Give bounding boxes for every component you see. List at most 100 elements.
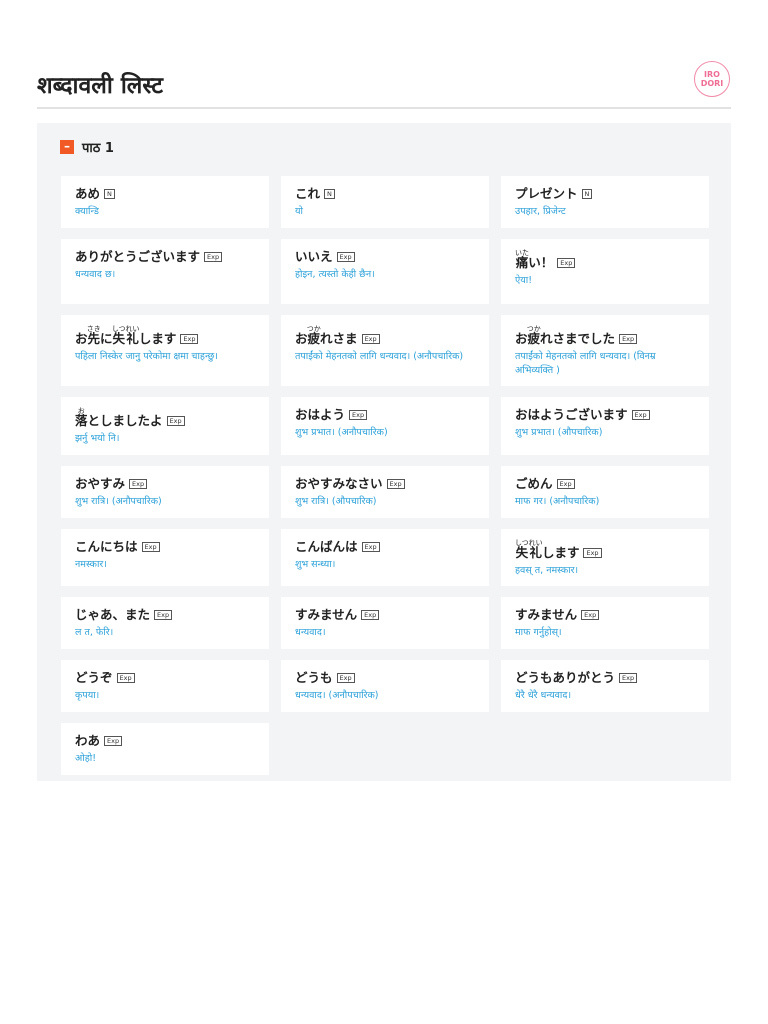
furigana: しつれい — [515, 539, 543, 547]
vocab-card[interactable]: こんにちは Exp नमस्कार। — [61, 529, 269, 586]
part-of-speech-badge: Exp — [583, 548, 602, 558]
part-of-speech-badge: Exp — [154, 610, 173, 620]
part-of-speech-badge: Exp — [141, 542, 160, 552]
vocab-meaning: धेरै धेरै धन्यवाद। — [515, 690, 572, 701]
vocab-meaning: झर्नु भयो नि। — [75, 433, 120, 444]
vocab-meaning: शुभ प्रभात। (औपचारिक) — [515, 427, 603, 438]
vocab-card[interactable]: お先さきに失礼しつれいします Exp पहिला निस्केर जानु परेक… — [61, 315, 269, 386]
vocab-meaning: तपाईंको मेहनतको लागि धन्यवाद। (विनम्र अभ… — [515, 351, 656, 376]
part-of-speech-badge: Exp — [556, 479, 575, 489]
vocab-word: どうぞ Exp — [75, 670, 255, 686]
word-text: わあ — [75, 733, 101, 748]
word-text: どうも — [295, 670, 333, 685]
word-text: 失礼しつれいします — [515, 539, 580, 560]
word-text: お疲つかれさまでした — [515, 325, 616, 346]
word-text: どうもありがとう — [515, 670, 616, 685]
part-of-speech-badge: Exp — [631, 410, 650, 420]
vocab-card[interactable]: どうも Exp धन्यवाद। (अनौपचारिक) — [281, 660, 489, 712]
vocab-card[interactable]: ありがとうございます Exp धन्यवाद छ। — [61, 239, 269, 304]
vocab-meaning: ऐया! — [515, 275, 533, 286]
ruby-text: 痛いた — [515, 249, 529, 270]
vocab-meaning: माफ गर्नुहोस्। — [515, 627, 562, 638]
part-of-speech-badge: Exp — [116, 673, 135, 683]
minus-icon[interactable]: – — [60, 140, 74, 154]
word-text: こんばんは — [295, 539, 358, 554]
lesson-header[interactable]: – पाठ 1 — [60, 138, 114, 156]
vocab-meaning: होइन, त्यस्तो केही छैन। — [295, 269, 375, 280]
vocab-card[interactable]: すみません Exp धन्यवाद। — [281, 597, 489, 649]
furigana: いた — [515, 249, 529, 257]
part-of-speech-badge: Exp — [361, 334, 380, 344]
word-text: いいえ — [295, 249, 333, 264]
vocab-word: お先さきに失礼しつれいします Exp — [75, 325, 255, 347]
vocab-word: すみません Exp — [515, 607, 695, 623]
vocab-card[interactable]: どうもありがとう Exp धेरै धेरै धन्यवाद। — [501, 660, 709, 712]
lesson-panel: – पाठ 1 あめ N क्यान्डि これ N यो プレゼント N उपहार, प्र… — [37, 123, 731, 781]
word-text: ありがとうございます — [75, 249, 201, 264]
part-of-speech-badge: Exp — [336, 673, 355, 683]
vocab-card[interactable]: お疲つかれさま Exp तपाईंको मेहनतको लागि धन्यवाद। … — [281, 315, 489, 386]
ruby-text: 先さき — [86, 325, 101, 346]
vocab-card[interactable]: プレゼント N उपहार, प्रिजेन्ट — [501, 176, 709, 228]
vocab-card[interactable]: こんばんは Exp शुभ सन्ध्या। — [281, 529, 489, 586]
vocab-card[interactable]: お疲つかれさまでした Exp तपाईंको मेहनतको लागि धन्यवा… — [501, 315, 709, 386]
ruby-text: 疲つか — [306, 325, 321, 346]
word-text: お疲つかれさま — [295, 325, 358, 346]
part-of-speech-badge: N — [581, 189, 593, 199]
vocab-card[interactable]: 痛いたい！ Exp ऐया! — [501, 239, 709, 304]
irodori-logo: IRO DORI — [694, 61, 730, 97]
lesson-label: पाठ 1 — [82, 141, 114, 156]
vocab-card[interactable]: じゃあ、また Exp ल त, फेरि। — [61, 597, 269, 649]
vocab-card[interactable]: 失礼しつれいします Exp हवस् त, नमस्कार। — [501, 529, 709, 586]
ruby-text: 疲つか — [526, 325, 541, 346]
vocab-card[interactable]: ごめん Exp माफ गर। (अनौपचारिक) — [501, 466, 709, 518]
vocab-card[interactable]: おやすみ Exp शुभ रात्रि। (अनौपचारिक) — [61, 466, 269, 518]
vocabulary-grid: あめ N क्यान्डि これ N यो プレゼント N उपहार, प्रिजेन्ट あり… — [61, 176, 709, 775]
part-of-speech-badge: Exp — [619, 334, 638, 344]
word-text: これ — [295, 186, 321, 201]
vocab-meaning: उपहार, प्रिजेन्ट — [515, 206, 566, 217]
vocab-card[interactable]: あめ N क्यान्डि — [61, 176, 269, 228]
word-text: すみません — [515, 607, 578, 622]
vocab-word: ごめん Exp — [515, 476, 695, 492]
vocab-meaning: धन्यवाद। — [295, 627, 326, 638]
word-text: おやすみなさい — [295, 476, 383, 491]
vocab-word: どうも Exp — [295, 670, 475, 686]
vocab-card[interactable]: いいえ Exp होइन, त्यस्तो केही छैन। — [281, 239, 489, 304]
word-text: こんにちは — [75, 539, 138, 554]
vocab-card[interactable]: これ N यो — [281, 176, 489, 228]
word-text: ごめん — [515, 476, 553, 491]
vocab-meaning: शुभ रात्रि। (अनौपचारिक) — [75, 496, 162, 507]
vocab-meaning: शुभ सन्ध्या। — [295, 559, 336, 570]
part-of-speech-badge: N — [324, 189, 335, 199]
word-text: お先さきに失礼しつれいします — [75, 325, 177, 346]
ruby-text: 落お — [75, 407, 88, 428]
word-text: おはようございます — [515, 407, 628, 422]
vocab-meaning: तपाईंको मेहनतको लागि धन्यवाद। (अनौपचारिक… — [295, 351, 464, 362]
vocab-card[interactable]: おはよう Exp शुभ प्रभात। (अनौपचारिक) — [281, 397, 489, 455]
vocab-meaning: हवस् त, नमस्कार। — [515, 565, 579, 576]
part-of-speech-badge: Exp — [336, 252, 355, 262]
vocab-word: おやすみなさい Exp — [295, 476, 475, 492]
vocab-meaning: शुभ प्रभात। (अनौपचारिक) — [295, 427, 388, 438]
part-of-speech-badge: Exp — [180, 334, 199, 344]
part-of-speech-badge: Exp — [386, 479, 405, 489]
divider — [37, 107, 731, 109]
vocab-card[interactable]: どうぞ Exp कृपया। — [61, 660, 269, 712]
vocab-word: お疲つかれさまでした Exp — [515, 325, 695, 347]
vocab-card[interactable]: 落おとしましたよ Exp झर्नु भयो नि। — [61, 397, 269, 455]
vocab-card[interactable]: わあ Exp ओहो! — [61, 723, 269, 775]
part-of-speech-badge: Exp — [557, 258, 576, 268]
vocab-word: おはようございます Exp — [515, 407, 695, 423]
part-of-speech-badge: Exp — [104, 736, 123, 746]
vocab-card[interactable]: おやすみなさい Exp शुभ रात्रि। (औपचारिक) — [281, 466, 489, 518]
vocab-word: これ N — [295, 186, 475, 202]
vocab-meaning: पहिला निस्केर जानु परेकोमा क्षमा चाहन्छु… — [75, 351, 218, 362]
vocab-word: 失礼しつれいします Exp — [515, 539, 695, 561]
vocab-card[interactable]: すみません Exp माफ गर्नुहोस्। — [501, 597, 709, 649]
part-of-speech-badge: Exp — [619, 673, 638, 683]
part-of-speech-badge: Exp — [204, 252, 223, 262]
vocab-card[interactable]: おはようございます Exp शुभ प्रभात। (औपचारिक) — [501, 397, 709, 455]
part-of-speech-badge: Exp — [581, 610, 600, 620]
vocab-word: 落おとしましたよ Exp — [75, 407, 255, 429]
